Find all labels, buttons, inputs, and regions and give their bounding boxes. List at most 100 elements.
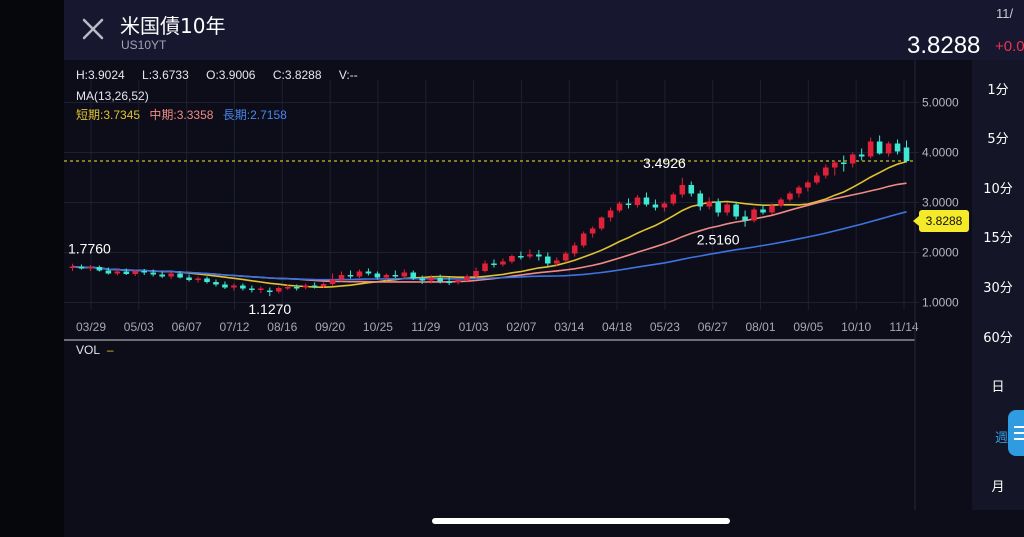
last-update-date: 11/ [996,6,1014,21]
candle-body [724,204,730,213]
open-value: O:3.9006 [206,68,256,82]
timeframe-week[interactable]: 週 [995,427,1008,446]
x-tick-label: 06/07 [172,320,202,334]
candle-body [87,267,94,269]
candle-body [697,193,704,207]
home-indicator[interactable] [432,518,730,524]
candle-body [823,167,829,176]
candle-body [473,271,479,277]
candle-body [105,270,112,274]
x-tick-label: 05/23 [650,320,680,334]
candle-body [840,162,847,164]
x-tick-label: 09/20 [315,320,345,334]
candle-body [150,272,156,275]
ma-mid-value: 中期:3.3358 [149,108,214,122]
candle-body [302,285,309,288]
candle-body [903,147,910,162]
timeframe-15min[interactable]: 15分 [972,227,1024,246]
close-icon [82,18,104,40]
x-tick-label: 10/25 [363,320,393,334]
candle-body [159,274,165,277]
candle-body [213,282,219,285]
volume-indicator-label[interactable]: VOL – [76,343,114,357]
page-title: 米国債10年 [120,14,226,38]
extreme-value-label: 3.4926 [643,155,686,171]
candle-body [509,256,515,262]
candle-body [123,271,130,274]
candle-body [195,278,201,280]
timeframe-30min[interactable]: 30分 [972,277,1024,296]
candle-body [751,209,757,221]
current-price: 3.8288 [907,32,981,59]
candle-body [428,278,434,281]
candle-body [410,272,417,279]
chart-area[interactable]: 03/29 05/03 06/07 07/12 08/16 09/20 10/25 11/29… [64,60,972,510]
candle-body [231,285,237,288]
candle-body [652,204,659,208]
candle-body [553,260,560,264]
candle-body [589,228,596,234]
candle-body [679,185,686,195]
candle-body [580,233,587,246]
x-tick-label: 09/05 [793,320,823,334]
header-bar: 米国債10年 US10YT 11/ 3.8288 +0.0 [64,0,1024,60]
timeframe-5min[interactable]: 5分 [972,128,1024,147]
candle-body [670,194,677,204]
timeframe-month[interactable]: 月 [972,476,1024,495]
candle-body [419,278,426,281]
candle-body [518,256,524,258]
candle-body [733,204,739,217]
close-button[interactable] [78,14,108,44]
candle-body [876,141,883,154]
ohlc-readout: H:3.9024 L:3.6733 O:3.9006 C:3.8288 V:-- [76,68,372,82]
candle-body [814,175,820,183]
candlestick-chart[interactable]: 03/29 05/03 06/07 07/12 08/16 09/20 10/25 11/29… [64,60,972,510]
candle-body [293,287,300,289]
y-tick-label: 1.0000 [922,296,959,310]
candle-body [392,275,399,277]
candle-body [643,197,650,205]
candle-body [894,143,901,152]
candle-body [78,266,85,269]
price-change: +0.0 [995,38,1024,55]
candle-body [536,254,542,257]
symbol-code: US10YT [121,38,167,52]
candle-body [365,271,372,274]
candle-body [778,199,784,206]
extreme-value-label: 1.1270 [248,301,291,317]
timeframe-10min[interactable]: 10分 [972,178,1024,197]
candle-body [177,273,183,278]
x-tick-label: 03/14 [554,320,584,334]
x-tick-label: 08/01 [746,320,776,334]
candle-body [240,285,246,289]
candle-body [338,275,345,280]
candle-body [715,201,721,213]
ma-indicator-title[interactable]: MA(13,26,52) [76,89,149,103]
candle-body [849,154,856,164]
extreme-value-label: 1.7760 [68,241,111,257]
timeframe-1min[interactable]: 1分 [972,79,1024,98]
candle-body [401,272,408,277]
candle-body [258,288,264,290]
x-tick-label: 11/14 [889,320,918,334]
x-tick-label: 04/18 [602,320,632,334]
x-tick-label: 05/03 [124,320,154,334]
ma-long-value: 長期:2.7158 [222,108,287,122]
x-tick-label: 06/27 [698,320,728,334]
candle-body [482,263,488,271]
close-value: C:3.8288 [272,68,322,82]
candle-body [760,209,766,213]
timeframe-day[interactable]: 日 [972,376,1024,395]
candle-body [284,287,291,289]
candle-body [374,273,381,278]
volume-value: V:-- [338,68,358,82]
candle-body [858,154,865,157]
timeframe-60min[interactable]: 60分 [972,327,1024,346]
candle-body [607,210,614,218]
x-tick-label: 03/29 [76,320,106,334]
candle-body [347,275,354,277]
ma-short-value: 短期:3.7345 [76,108,141,122]
candle-body [885,143,892,154]
candle-body [616,203,623,211]
candle-body [275,288,282,292]
